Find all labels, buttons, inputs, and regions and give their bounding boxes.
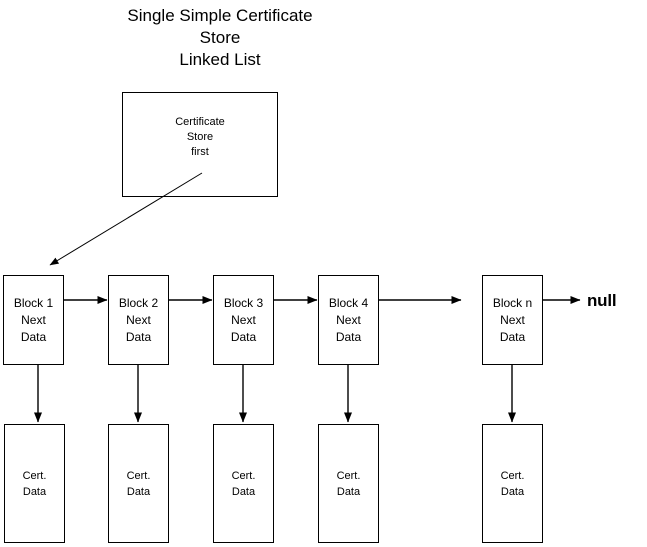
block-node-n-label: Block n Next Data: [492, 295, 533, 344]
block-node-3: Block 3 Next Data: [213, 275, 274, 365]
cert-data-node-2-label: Cert. Data: [126, 469, 151, 498]
diagram-canvas: Single Simple Certificate Store Linked L…: [0, 0, 647, 547]
cert-data-node-n-label: Cert. Data: [500, 469, 525, 498]
null-terminator-label: null: [587, 291, 617, 310]
cert-data-node-3: Cert. Data: [213, 424, 274, 543]
certificate-store-label: Certificate Store first: [175, 116, 225, 158]
cert-data-node-4: Cert. Data: [318, 424, 379, 543]
block-node-2-label: Block 2 Next Data: [118, 295, 159, 344]
cert-data-node-n: Cert. Data: [482, 424, 543, 543]
block-node-1: Block 1 Next Data: [3, 275, 64, 365]
block-node-4-label: Block 4 Next Data: [328, 295, 369, 344]
block-node-n: Block n Next Data: [482, 275, 543, 365]
block-node-1-label: Block 1 Next Data: [13, 295, 54, 344]
block-node-2: Block 2 Next Data: [108, 275, 169, 365]
certificate-store-node: Certificate Store first: [122, 92, 278, 197]
cert-data-node-1: Cert. Data: [4, 424, 65, 543]
block-node-4: Block 4 Next Data: [318, 275, 379, 365]
cert-data-node-3-label: Cert. Data: [231, 469, 256, 498]
cert-data-node-2: Cert. Data: [108, 424, 169, 543]
cert-data-node-1-label: Cert. Data: [22, 469, 47, 498]
diagram-title: Single Simple Certificate Store Linked L…: [127, 6, 313, 69]
cert-data-node-4-label: Cert. Data: [336, 469, 361, 498]
block-node-3-label: Block 3 Next Data: [223, 295, 264, 344]
